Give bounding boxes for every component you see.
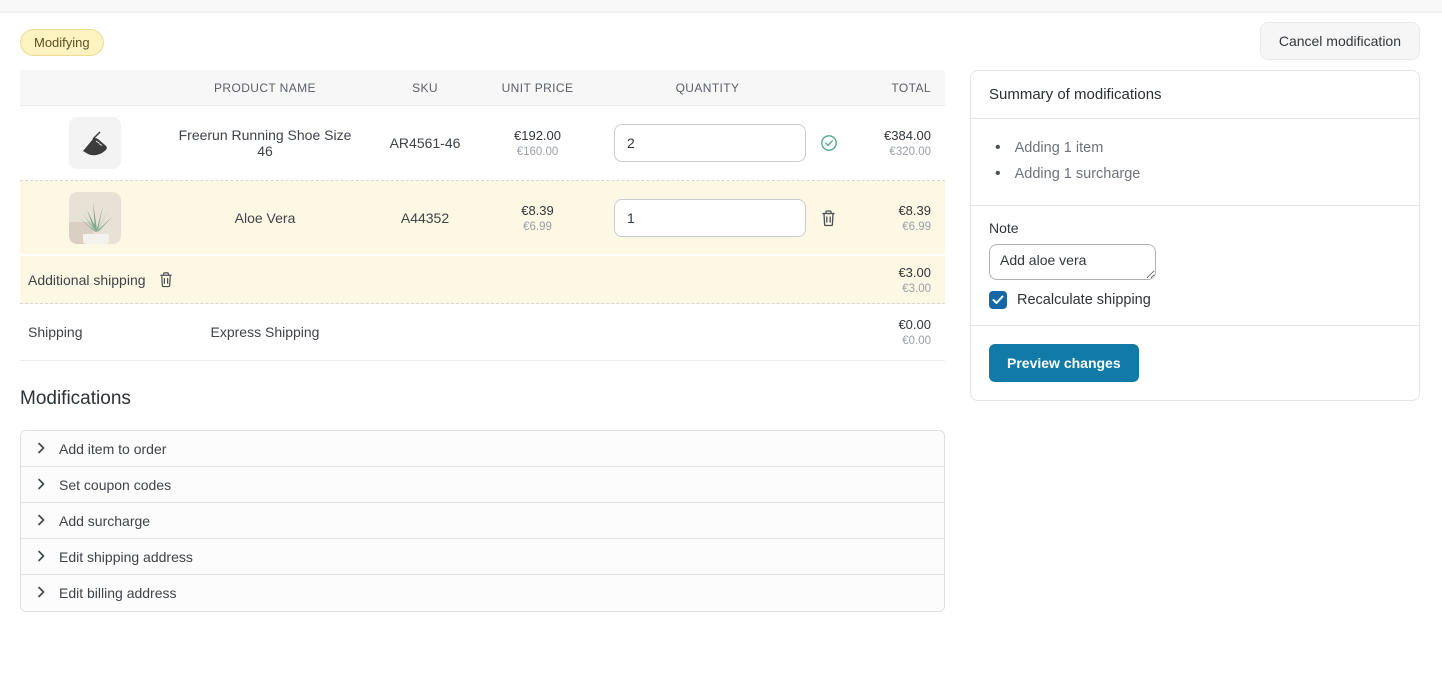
header-sku: SKU	[360, 81, 490, 95]
shipping-total-net: €0.00	[360, 335, 931, 347]
unit-price-gross: €192.00	[490, 128, 585, 143]
quantity-input[interactable]	[614, 199, 806, 237]
header-unit-price: UNIT PRICE	[490, 81, 585, 95]
chevron-right-icon	[36, 441, 46, 457]
accordion-label: Edit shipping address	[59, 549, 193, 565]
line-total-net: €6.99	[830, 221, 931, 233]
shipping-method: Express Shipping	[170, 324, 360, 340]
summary-title: Summary of modifications	[989, 86, 1401, 103]
unit-price-gross: €8.39	[490, 203, 585, 218]
chevron-right-icon	[36, 477, 46, 493]
table-row-added: Aloe Vera A44352 €8.39 €6.99 €8.39 €6.99	[20, 181, 945, 256]
surcharge-row: Additional shipping €3.00 €3.00	[20, 256, 945, 304]
accordion-edit-billing-address[interactable]: Edit billing address	[21, 575, 944, 611]
surcharge-label: Additional shipping	[28, 272, 146, 288]
product-name: Freerun Running Shoe Size 46	[170, 127, 360, 159]
shipping-row: Shipping Express Shipping €0.00 €0.00	[20, 304, 945, 361]
surcharge-total-gross: €3.00	[174, 265, 931, 280]
accordion-label: Add surcharge	[59, 513, 150, 529]
accordion-add-item-to-order[interactable]: Add item to order	[21, 431, 944, 467]
header-total: TOTAL	[830, 81, 945, 95]
accordion-add-surcharge[interactable]: Add surcharge	[21, 503, 944, 539]
recalculate-shipping-label: Recalculate shipping	[1017, 292, 1151, 308]
unit-price-net: €160.00	[490, 146, 585, 158]
chevron-right-icon	[36, 513, 46, 529]
accordion-label: Edit billing address	[59, 585, 177, 601]
accordion-label: Set coupon codes	[59, 477, 171, 493]
chevron-right-icon	[36, 585, 46, 601]
modifications-title: Modifications	[20, 388, 131, 410]
table-row: Freerun Running Shoe Size 46 AR4561-46 €…	[20, 106, 945, 181]
line-total-net: €320.00	[830, 146, 931, 158]
summary-bullet: Adding 1 surcharge	[995, 161, 1401, 187]
line-total-gross: €8.39	[830, 203, 931, 218]
accordion-set-coupon-codes[interactable]: Set coupon codes	[21, 467, 944, 503]
product-name: Aloe Vera	[170, 210, 360, 226]
accordion-label: Add item to order	[59, 441, 166, 457]
note-label: Note	[989, 220, 1401, 236]
status-badge: Modifying	[20, 29, 104, 56]
summary-of-modifications-card: Summary of modifications Adding 1 item A…	[970, 70, 1420, 401]
product-image-sneaker	[69, 117, 121, 169]
product-sku: A44352	[360, 210, 490, 226]
product-sku: AR4561-46	[360, 135, 490, 151]
shipping-label: Shipping	[20, 324, 83, 340]
summary-bullet-list: Adding 1 item Adding 1 surcharge	[989, 133, 1401, 191]
surcharge-total-net: €3.00	[174, 283, 931, 295]
shipping-total-gross: €0.00	[360, 317, 931, 332]
header-product-name: PRODUCT NAME	[170, 81, 360, 95]
unit-price-net: €6.99	[490, 221, 585, 233]
top-bar	[0, 0, 1442, 13]
note-textarea[interactable]: Add aloe vera	[989, 244, 1156, 280]
order-items-table: PRODUCT NAME SKU UNIT PRICE QUANTITY TOT…	[20, 70, 945, 361]
remove-surcharge-trash-icon[interactable]	[158, 271, 174, 288]
line-total-gross: €384.00	[830, 128, 931, 143]
chevron-right-icon	[36, 549, 46, 565]
header-quantity: QUANTITY	[585, 81, 830, 95]
preview-changes-button[interactable]: Preview changes	[989, 344, 1139, 382]
accordion-edit-shipping-address[interactable]: Edit shipping address	[21, 539, 944, 575]
cancel-modification-button[interactable]: Cancel modification	[1260, 22, 1420, 60]
product-image-aloe	[69, 192, 121, 244]
table-header-row: PRODUCT NAME SKU UNIT PRICE QUANTITY TOT…	[20, 70, 945, 106]
summary-bullet: Adding 1 item	[995, 135, 1401, 161]
quantity-input[interactable]	[614, 124, 806, 162]
modifications-accordion: Add item to order Set coupon codes Add s…	[20, 430, 945, 612]
recalculate-shipping-checkbox[interactable]	[989, 291, 1007, 309]
